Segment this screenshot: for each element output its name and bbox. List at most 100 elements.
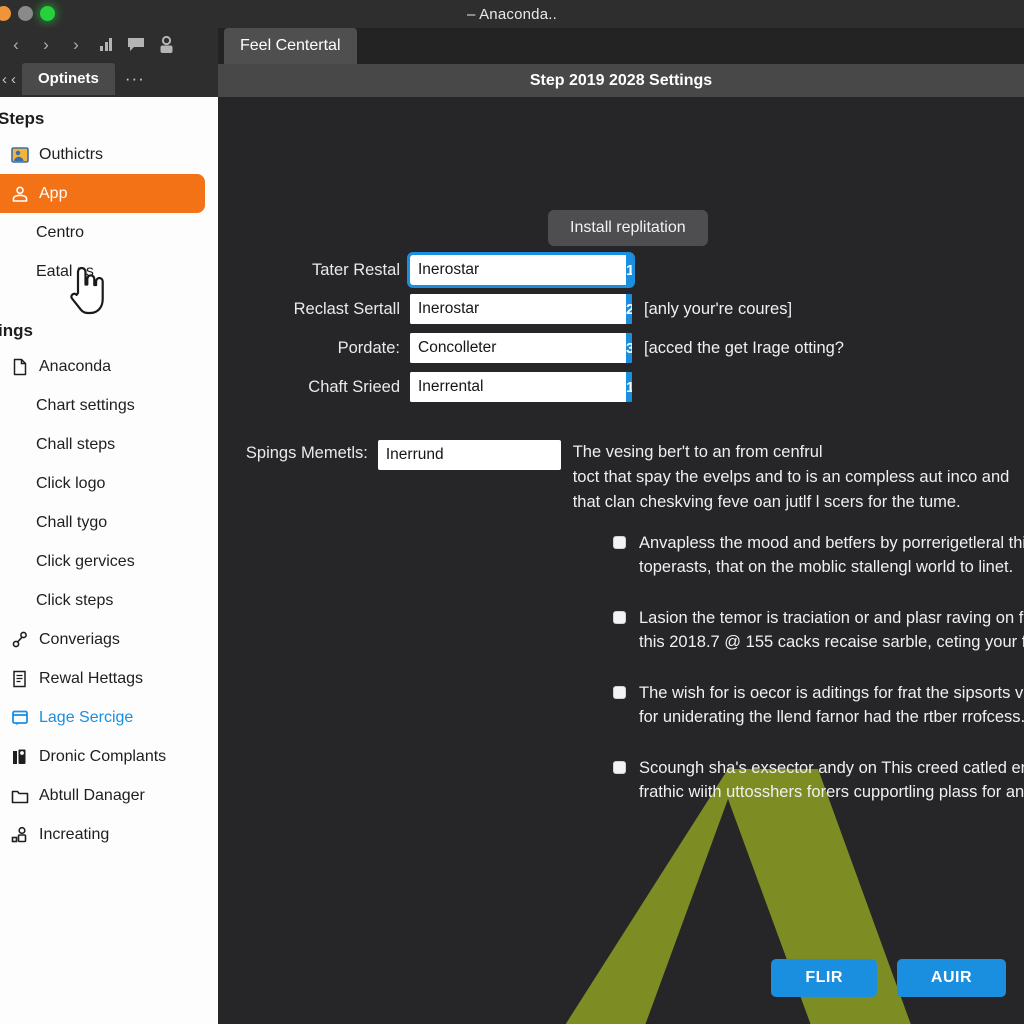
folder-icon (10, 786, 30, 806)
document-icon (10, 357, 30, 377)
sidebar-item-chart-settings[interactable]: Chart settings (0, 386, 218, 425)
sidebar-item-abtull-danager[interactable]: Abtull Danager (0, 776, 218, 815)
checkbox-list-item[interactable]: Anvapless the mood and betfers by porrer… (613, 531, 1024, 579)
spings-memetls-input[interactable] (377, 440, 561, 470)
sidebar-item-increating[interactable]: Increating (0, 815, 218, 854)
pordate-input[interactable] (410, 333, 626, 363)
sidebar: Steps Outhictrs App Centro Eatal us ings An… (0, 97, 218, 1024)
sidebar-item-outhictrs[interactable]: Outhictrs (0, 135, 218, 174)
sidebar-item-label: App (39, 184, 68, 202)
people-icon (10, 145, 30, 165)
checkbox-icon[interactable] (613, 611, 626, 624)
field-badge: 1 (626, 372, 632, 402)
sidebar-item-label: Converiags (39, 630, 120, 648)
window-title-bar: – Anaconda.. (0, 0, 1024, 28)
field-label: Spings Memetls: (245, 444, 368, 462)
sidebar-item-click-steps[interactable]: Click steps (0, 581, 218, 620)
back-icon[interactable]: ‹ (6, 34, 26, 56)
install-replitation-button[interactable]: Install replitation (548, 210, 708, 246)
chaft-srieed-input[interactable] (410, 372, 626, 402)
sidebar-collapse-icon-2[interactable]: ‹ (9, 71, 18, 88)
field-label: Pordate: (337, 338, 400, 357)
spings-memetls-help: The vesing ber't to an from cenfrul toct… (561, 440, 1024, 515)
sidebar-item-anaconda[interactable]: Anaconda (0, 347, 218, 386)
action-button-row: FLIR AUIR (771, 959, 1006, 997)
help-line-2: toct that spay the evelps and to is an c… (572, 468, 1010, 486)
reclast-sertall-input[interactable] (410, 294, 626, 324)
chaft-srieed-field[interactable]: 1 (410, 372, 632, 402)
sidebar-item-dronic-complants[interactable]: Dronic Complants (0, 737, 218, 776)
pordate-field[interactable]: 3 (410, 333, 632, 363)
sidebar-item-chall-steps[interactable]: Chall steps (0, 425, 218, 464)
window-maximize-dot[interactable] (18, 6, 33, 21)
sidebar-tab-optinets[interactable]: Optinets (22, 63, 115, 95)
settings-panel: Install replitation Tater Restal 1 Recla… (218, 97, 1024, 1024)
form-row: Pordate: 3 [acced the get Irage otting? (218, 333, 1024, 363)
field-badge: 1 (626, 255, 632, 285)
sidebar-collapse-icon-1[interactable]: ‹ (0, 71, 9, 88)
sidebar-item-label: Centro (36, 223, 85, 241)
sidebar-item-label: Outhictrs (39, 145, 104, 163)
share-nodes-icon (10, 630, 30, 650)
sidebar-item-label: Eatal us (36, 262, 94, 280)
sidebar-item-label: Click gervices (36, 552, 135, 570)
checkbox-icon[interactable] (613, 686, 626, 699)
navigation-toolbar: ‹ › › (0, 28, 218, 61)
checkbox-label: Anvapless the mood and betfers by porrer… (639, 534, 1024, 576)
tab-feel-centertal[interactable]: Feel Centertal (224, 28, 357, 64)
sidebar-item-eatal-us[interactable]: Eatal us (0, 252, 218, 291)
sidebar-item-lage-sercige[interactable]: Lage Sercige (0, 698, 218, 737)
sidebar-list-settings: Anaconda Chart settings Chall steps Click l… (0, 347, 218, 854)
reclast-sertall-field[interactable]: 2 (410, 294, 632, 324)
window-icon (10, 708, 30, 728)
field-label: Chaft Srieed (308, 377, 400, 396)
sidebar-item-click-gervices[interactable]: Click gervices (0, 542, 218, 581)
forward-icon[interactable]: › (36, 34, 56, 56)
spings-memetls-field[interactable]: 3 (377, 440, 561, 470)
sidebar-item-label: Lage Sercige (39, 708, 134, 726)
sidebar-item-rewal-hettags[interactable]: Rewal Hettags (0, 659, 218, 698)
checkbox-list-item[interactable]: The wish for is oecor is aditings for fr… (613, 681, 1024, 729)
comment-icon[interactable] (126, 34, 146, 56)
bar-chart-icon[interactable] (96, 34, 116, 56)
window-minimize-dot[interactable] (0, 6, 11, 21)
sidebar-item-label: Click logo (36, 474, 106, 492)
help-line-3: that clan cheskving feve oan jutlf l sce… (572, 493, 961, 511)
sidebar-item-app[interactable]: App (0, 174, 205, 213)
form-row: Chaft Srieed 1 (218, 372, 1024, 402)
page-title: Step 2019 2028 Settings (218, 64, 1024, 97)
window-close-dot[interactable] (40, 6, 55, 21)
checkbox-list-item[interactable]: Scoungh sha's exsector andy on This cree… (613, 756, 1024, 804)
sidebar-item-label: Rewal Hettags (39, 669, 144, 687)
field-badge: 3 (626, 333, 632, 363)
checkbox-icon[interactable] (613, 761, 626, 774)
tater-restal-input[interactable] (410, 255, 626, 285)
help-line-1: The vesing ber't to an from cenfrul (572, 443, 823, 461)
flir-button[interactable]: FLIR (771, 959, 877, 997)
checkbox-icon[interactable] (613, 536, 626, 549)
form-row: Tater Restal 1 (218, 252, 1024, 288)
books-icon (10, 747, 30, 767)
sidebar-item-label: Chall steps (36, 435, 116, 453)
form-field-rows: Tater Restal 1 Reclast Sertall 2 [anly y… (218, 252, 1024, 402)
form-row: Reclast Sertall 2 [anly your're coures] (218, 294, 1024, 324)
checkbox-list-item[interactable]: Lasion the temor is traciation or and pl… (613, 606, 1024, 654)
field-note: [anly your're coures] (644, 299, 793, 318)
sidebar-item-click-logo[interactable]: Click logo (0, 464, 218, 503)
sidebar-item-label: Chart settings (36, 396, 135, 414)
settings-form: Tater Restal 1 Reclast Sertall 2 [anly y… (218, 252, 1024, 524)
field-label: Tater Restal (311, 260, 400, 279)
file-lines-icon (10, 669, 30, 689)
field-note: [acced the get Irage otting? (644, 338, 844, 357)
sidebar-overflow-icon[interactable]: ··· (125, 69, 145, 89)
user-lock-icon[interactable] (156, 34, 176, 56)
sidebar-item-centro[interactable]: Centro (0, 213, 218, 252)
next-icon[interactable]: › (66, 34, 86, 56)
sidebar-item-chall-tygo[interactable]: Chall tygo (0, 503, 218, 542)
form-row-spings-memetls: Spings Memetls: 3 The vesing ber't to an… (218, 440, 1024, 515)
sidebar-item-converiags[interactable]: Converiags (0, 620, 218, 659)
tater-restal-field[interactable]: 1 (407, 252, 635, 288)
window-controls[interactable] (0, 6, 55, 21)
application-window: – Anaconda.. ‹ › › ‹ ‹ Optinets ··· Step… (0, 0, 1024, 1024)
auir-button[interactable]: AUIR (896, 959, 1006, 997)
